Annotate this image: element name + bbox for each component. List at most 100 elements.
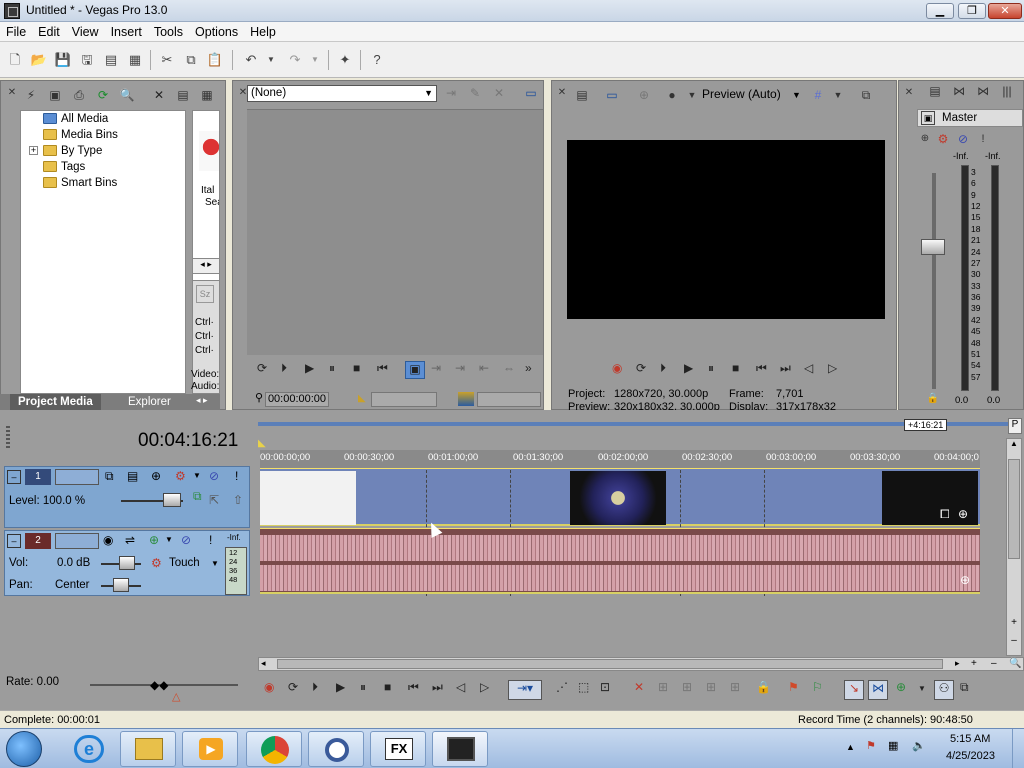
action-center-icon[interactable]: ⚑ — [866, 739, 876, 752]
loop-start-marker[interactable]: ◣ — [258, 438, 266, 449]
next-frame-icon[interactable]: ▷ — [480, 680, 489, 694]
play-icon[interactable]: ▶ — [336, 680, 345, 694]
play-from-start-icon[interactable]: ⏵ — [281, 361, 287, 376]
close-panel-icon[interactable]: ✕ — [901, 85, 917, 101]
redo-icon[interactable]: ↷ — [286, 51, 304, 69]
edit-icon[interactable]: ✎ — [467, 85, 483, 101]
split-icon[interactable]: ⊞ — [730, 680, 740, 694]
go-to-start-icon[interactable]: ⏮ — [756, 361, 767, 376]
trim-start-icon[interactable]: ⊞ — [682, 680, 692, 694]
split-screen-icon[interactable]: ⊕ — [636, 87, 652, 103]
clear-icon[interactable]: ✕ — [491, 85, 507, 101]
record-icon[interactable]: ◉ — [264, 680, 274, 694]
taskbar-quicktime[interactable] — [308, 731, 364, 767]
close-button[interactable]: ✕ — [988, 3, 1022, 19]
preview-properties-icon[interactable]: ▤ — [574, 87, 590, 103]
previous-frame-icon[interactable]: ◁ — [456, 680, 465, 694]
paste-icon[interactable]: 📋 — [206, 51, 224, 69]
get-photo-icon[interactable]: ⎙ — [71, 87, 87, 103]
menu-options[interactable]: Options — [189, 22, 244, 42]
chevron-down-icon[interactable]: ▼ — [684, 87, 700, 103]
track-name-field[interactable] — [55, 533, 99, 549]
horizontal-scrollbar[interactable]: ◂ ▸ + – 🔍 — [258, 657, 1024, 671]
menu-view[interactable]: View — [66, 22, 105, 42]
timeline-ruler[interactable]: 00:00:00;00 00:00:30;00 00:01:00;00 00:0… — [260, 450, 980, 468]
snapshot-icon[interactable] — [458, 392, 474, 406]
video-track-header[interactable]: – 1 ⧉ ▤ ⊕ ⚙ ▼ ⊘ ! ⧉ Level: 100.0 % ⇱ ⇧ — [4, 466, 250, 528]
lock-envelopes-icon[interactable]: ⚇ — [934, 680, 954, 700]
selection-tool-icon[interactable]: ⬚ — [578, 680, 589, 694]
new-project-icon[interactable]: 🗋 — [6, 51, 24, 69]
taskbar-media-player[interactable]: ▶ — [182, 731, 238, 767]
pause-icon[interactable]: ⏸ — [329, 361, 335, 376]
arm-record-icon[interactable]: ◉ — [103, 533, 113, 547]
track-fx-icon[interactable]: ⊕ — [149, 533, 159, 547]
mute-icon[interactable]: ⊘ — [209, 469, 219, 483]
tab-project-media[interactable]: Project Media — [10, 394, 101, 410]
add-to-timeline-icon[interactable]: ⇥ — [443, 85, 459, 101]
play-from-start-icon[interactable]: ⏵ — [312, 680, 318, 695]
capture-video-icon[interactable]: ▣ — [47, 87, 63, 103]
zoom-tool-icon[interactable]: 🔍 — [1009, 658, 1021, 669]
zoom-out-time-icon[interactable]: – — [991, 658, 997, 669]
search-media-icon[interactable]: 🔍 — [119, 87, 135, 103]
scroll-right-icon[interactable]: ▸ — [955, 658, 960, 669]
close-panel-icon[interactable]: ✕ — [4, 85, 20, 101]
marker-icon[interactable]: ◣ — [358, 393, 368, 404]
collapse-icon[interactable]: – — [7, 534, 21, 548]
menu-edit[interactable]: Edit — [32, 22, 66, 42]
insert-marker-icon[interactable]: ⚑ — [788, 680, 799, 694]
restore-button[interactable]: ❐ — [958, 3, 986, 19]
enable-snapping-icon[interactable]: ✦ — [336, 51, 354, 69]
previous-frame-icon[interactable]: ◁ — [804, 361, 813, 375]
views-icon[interactable]: ▦ — [199, 87, 215, 103]
chevron-down-icon[interactable]: ▼ — [193, 471, 201, 480]
zoom-in-time-icon[interactable]: + — [971, 658, 977, 669]
clock-date[interactable]: 4/25/2023 — [946, 750, 995, 762]
trimmer-timecode[interactable]: 00:00:00:00 — [265, 392, 329, 407]
solo-icon[interactable]: ! — [235, 469, 238, 483]
remove-media-icon[interactable]: ✕ — [151, 87, 167, 103]
trim-icon[interactable]: ⊞ — [658, 680, 668, 694]
menu-insert[interactable]: Insert — [105, 22, 148, 42]
menu-help[interactable]: Help — [244, 22, 282, 42]
preview-device-icon[interactable]: ● — [664, 87, 680, 103]
next-frame-icon[interactable]: ▷ — [828, 361, 837, 375]
loop-icon[interactable]: ⟳ — [288, 680, 298, 694]
chevron-down-icon[interactable]: ▼ — [211, 559, 219, 568]
copy-snapshot-icon[interactable]: ⧉ — [858, 87, 874, 103]
play-icon[interactable]: ▶ — [684, 361, 693, 375]
media-properties-icon[interactable]: ▤ — [175, 87, 191, 103]
level-slider[interactable] — [163, 493, 181, 507]
render-icon[interactable]: ▤ — [102, 51, 120, 69]
envelope-tool-icon[interactable]: ⋰ — [556, 680, 568, 694]
automation-mode[interactable]: Touch — [169, 557, 200, 569]
lock-icon[interactable]: 🔒 — [756, 680, 771, 694]
taskbar-vegas[interactable] — [432, 731, 488, 767]
solo-icon[interactable]: ! — [209, 533, 212, 547]
internet-explorer-icon[interactable]: e — [74, 735, 104, 763]
clock-time[interactable]: 5:15 AM — [950, 733, 990, 745]
audio-track-header[interactable]: – 2 ◉ ⇌ ⊕ ▼ ⊘ ! Vol: 0.0 dB ⚙ Touch ▼ Pa… — [4, 530, 250, 596]
show-video-icon[interactable]: ▣ — [405, 361, 425, 379]
add-media-before-icon[interactable]: ⇤ — [479, 361, 489, 375]
trimmer-source-dropdown[interactable]: (None) ▼ — [247, 85, 437, 102]
master-fader[interactable] — [921, 239, 945, 255]
normal-edit-tool-icon[interactable]: ⇥▾ — [508, 680, 542, 700]
import-media-icon[interactable]: ⚡ — [23, 87, 39, 103]
copy-icon[interactable]: ⧉ — [182, 51, 200, 69]
stop-icon[interactable]: ■ — [353, 361, 360, 375]
record-icon[interactable]: ◉ — [612, 361, 622, 375]
loop-icon[interactable]: ⟳ — [257, 361, 267, 375]
parent-icon[interactable]: ⇱ — [209, 493, 219, 507]
vertical-scroll-thumb[interactable] — [1008, 459, 1020, 559]
event-fx-icon[interactable]: ⊕ — [960, 573, 970, 587]
bypass-icon[interactable]: ⧉ — [193, 489, 202, 504]
auto-ripple-icon[interactable]: ↘ — [844, 680, 864, 700]
close-panel-icon[interactable]: ✕ — [554, 85, 570, 101]
mixer-properties-icon[interactable]: ▤ — [927, 83, 943, 99]
taskbar-fx[interactable]: FX — [370, 731, 426, 767]
collapse-icon[interactable]: – — [7, 470, 21, 484]
auto-crossfade-icon[interactable]: ⋈ — [868, 680, 888, 700]
menu-file[interactable]: File — [0, 22, 32, 42]
